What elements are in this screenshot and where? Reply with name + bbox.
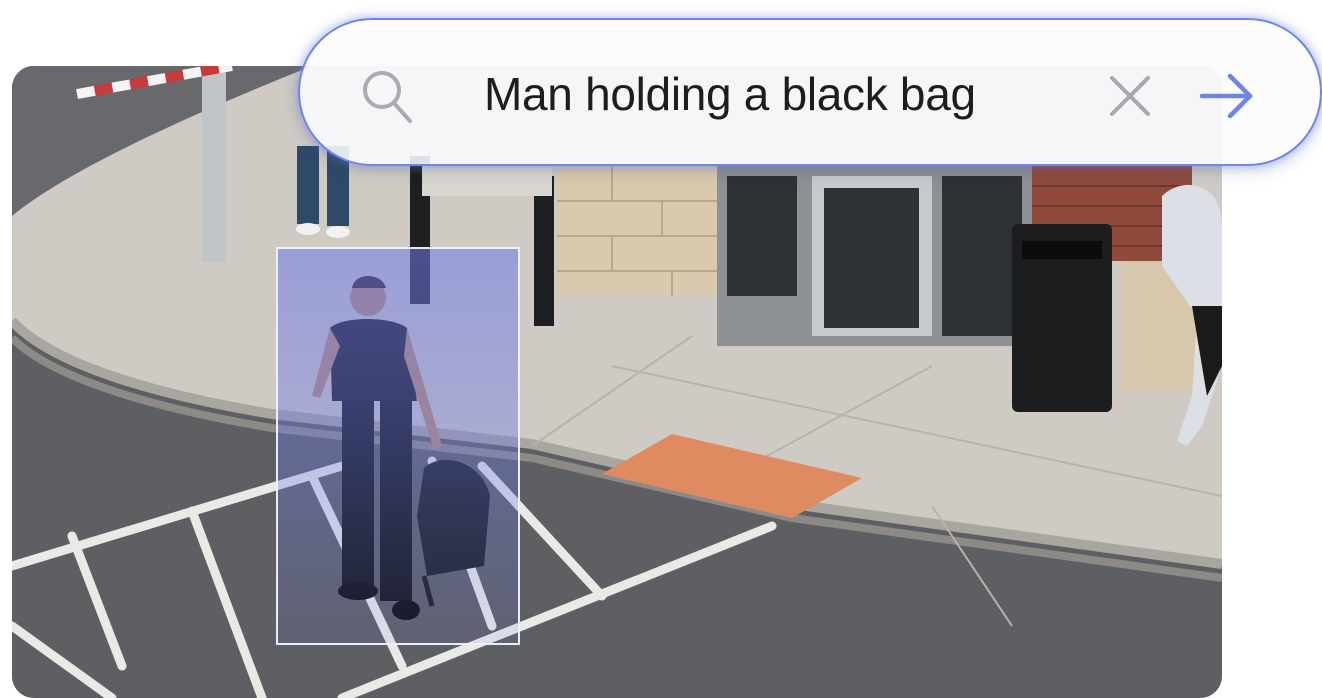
close-icon[interactable]: [1108, 74, 1152, 118]
search-icon: [363, 71, 412, 123]
detection-bounding-box[interactable]: [276, 247, 520, 645]
search-input[interactable]: Man holding a black bag: [484, 66, 976, 122]
search-bar[interactable]: Man holding a black bag: [298, 18, 1322, 166]
pole: [202, 66, 226, 262]
building-wall: [557, 166, 717, 296]
arrow-right-icon[interactable]: [1198, 70, 1256, 122]
